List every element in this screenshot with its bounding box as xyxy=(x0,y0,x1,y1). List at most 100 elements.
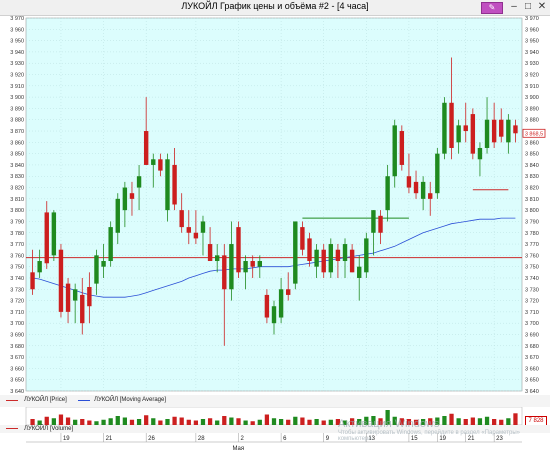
candle-body[interactable] xyxy=(58,249,64,312)
minimize-icon[interactable]: – xyxy=(508,1,520,13)
candle-body[interactable] xyxy=(477,147,483,160)
candle-body[interactable] xyxy=(406,176,412,188)
volume-bar xyxy=(385,410,390,425)
candle-body[interactable] xyxy=(101,261,106,267)
candle-body[interactable] xyxy=(484,119,490,148)
candle-body[interactable] xyxy=(214,255,220,262)
candle-body[interactable] xyxy=(307,238,312,262)
candle-body[interactable] xyxy=(172,164,177,205)
candle-body[interactable] xyxy=(349,249,355,273)
candle-body[interactable] xyxy=(37,261,42,273)
candle-body[interactable] xyxy=(193,232,199,239)
candle-body[interactable] xyxy=(413,181,419,194)
candle-body[interactable] xyxy=(51,212,57,256)
candle-body[interactable] xyxy=(499,119,504,137)
candle-body[interactable] xyxy=(399,131,405,165)
candle-body[interactable] xyxy=(392,125,397,177)
candle-body[interactable] xyxy=(243,261,248,273)
y-tick-left: 3 760 xyxy=(10,253,24,259)
y-tick-right: 3 910 xyxy=(525,84,539,90)
candle-body[interactable] xyxy=(72,289,78,301)
candle-body[interactable] xyxy=(151,159,156,165)
candle-body[interactable] xyxy=(385,176,390,211)
candle-body[interactable] xyxy=(87,287,92,307)
pencil-icon[interactable]: ✎ xyxy=(481,2,503,14)
y-tick-right: 3 710 xyxy=(525,310,539,316)
candle-body[interactable] xyxy=(506,119,511,143)
candle-body[interactable] xyxy=(449,102,454,148)
y-tick-left: 3 880 xyxy=(10,118,24,124)
y-tick-left: 3 890 xyxy=(10,106,24,112)
candle-body[interactable] xyxy=(286,289,291,295)
y-tick-left: 3 740 xyxy=(10,276,24,282)
volume-bar xyxy=(371,416,376,425)
y-tick-left: 3 690 xyxy=(10,332,24,338)
y-tick-left: 3 660 xyxy=(10,366,24,372)
candle-body[interactable] xyxy=(200,221,206,233)
candle-body[interactable] xyxy=(136,176,142,188)
candle-body[interactable] xyxy=(357,266,362,278)
y-tick-left: 3 800 xyxy=(10,208,24,214)
candle-body[interactable] xyxy=(44,212,49,264)
candle-body[interactable] xyxy=(264,294,270,318)
volume-bar xyxy=(506,418,511,425)
candle-body[interactable] xyxy=(229,244,234,290)
price-chart[interactable]: 3 970 3 970 3 960 3 960 3 950 3 950 3 940 3 940… xyxy=(0,16,550,394)
candle-body[interactable] xyxy=(179,210,184,228)
ma-legend-swatch xyxy=(78,400,90,401)
candle-body[interactable] xyxy=(321,249,326,273)
volume-bar xyxy=(179,417,184,425)
candle-body[interactable] xyxy=(165,159,170,211)
candle-body[interactable] xyxy=(371,210,376,233)
y-tick-left: 3 860 xyxy=(10,140,24,146)
candle-body[interactable] xyxy=(108,227,113,262)
maximize-icon[interactable]: □ xyxy=(522,1,534,13)
candle-body[interactable] xyxy=(94,255,99,284)
time-tick-label: 19 xyxy=(439,436,446,442)
y-tick-right: 3 790 xyxy=(525,219,539,225)
candle-body[interactable] xyxy=(257,261,262,267)
candle-body[interactable] xyxy=(435,153,440,194)
volume-bar xyxy=(229,417,234,425)
candle-body[interactable] xyxy=(129,193,135,199)
candle-body[interactable] xyxy=(342,244,348,262)
close-icon[interactable]: ✕ xyxy=(536,1,548,13)
candle-body[interactable] xyxy=(456,125,461,143)
candle-body[interactable] xyxy=(143,131,149,165)
candle-body[interactable] xyxy=(207,244,213,262)
candle-body[interactable] xyxy=(278,289,284,318)
candle-body[interactable] xyxy=(335,249,341,262)
candle-body[interactable] xyxy=(293,221,298,284)
volume-bar xyxy=(115,416,120,425)
candle-body[interactable] xyxy=(250,261,255,267)
candle-body[interactable] xyxy=(30,272,35,290)
candle-body[interactable] xyxy=(364,238,369,273)
y-tick-right: 3 640 xyxy=(525,389,539,394)
candle-body[interactable] xyxy=(428,193,433,199)
candle-body[interactable] xyxy=(80,294,85,324)
time-tick-label: 15 xyxy=(411,436,418,442)
candle-body[interactable] xyxy=(222,255,227,290)
candle-body[interactable] xyxy=(300,227,305,250)
candle-body[interactable] xyxy=(463,125,468,132)
candle-body[interactable] xyxy=(186,227,191,233)
candle-body[interactable] xyxy=(420,181,426,199)
candle-body[interactable] xyxy=(470,114,476,154)
candle-body[interactable] xyxy=(491,119,497,143)
candle-body[interactable] xyxy=(122,187,128,211)
candle-body[interactable] xyxy=(65,283,71,312)
candle-body[interactable] xyxy=(115,198,120,233)
y-tick-right: 3 950 xyxy=(525,39,539,45)
candle-body[interactable] xyxy=(328,244,334,273)
candle-body[interactable] xyxy=(513,125,518,134)
candle-body[interactable] xyxy=(158,159,163,171)
volume-bar xyxy=(207,418,213,425)
y-tick-left: 3 910 xyxy=(10,84,24,90)
candle-body[interactable] xyxy=(236,227,241,273)
candle-body[interactable] xyxy=(314,249,319,267)
volume-chart[interactable] xyxy=(0,407,550,425)
candle-body[interactable] xyxy=(442,102,447,154)
candle-body[interactable] xyxy=(378,215,383,233)
y-tick-right: 3 920 xyxy=(525,73,539,79)
candle-body[interactable] xyxy=(271,306,277,324)
